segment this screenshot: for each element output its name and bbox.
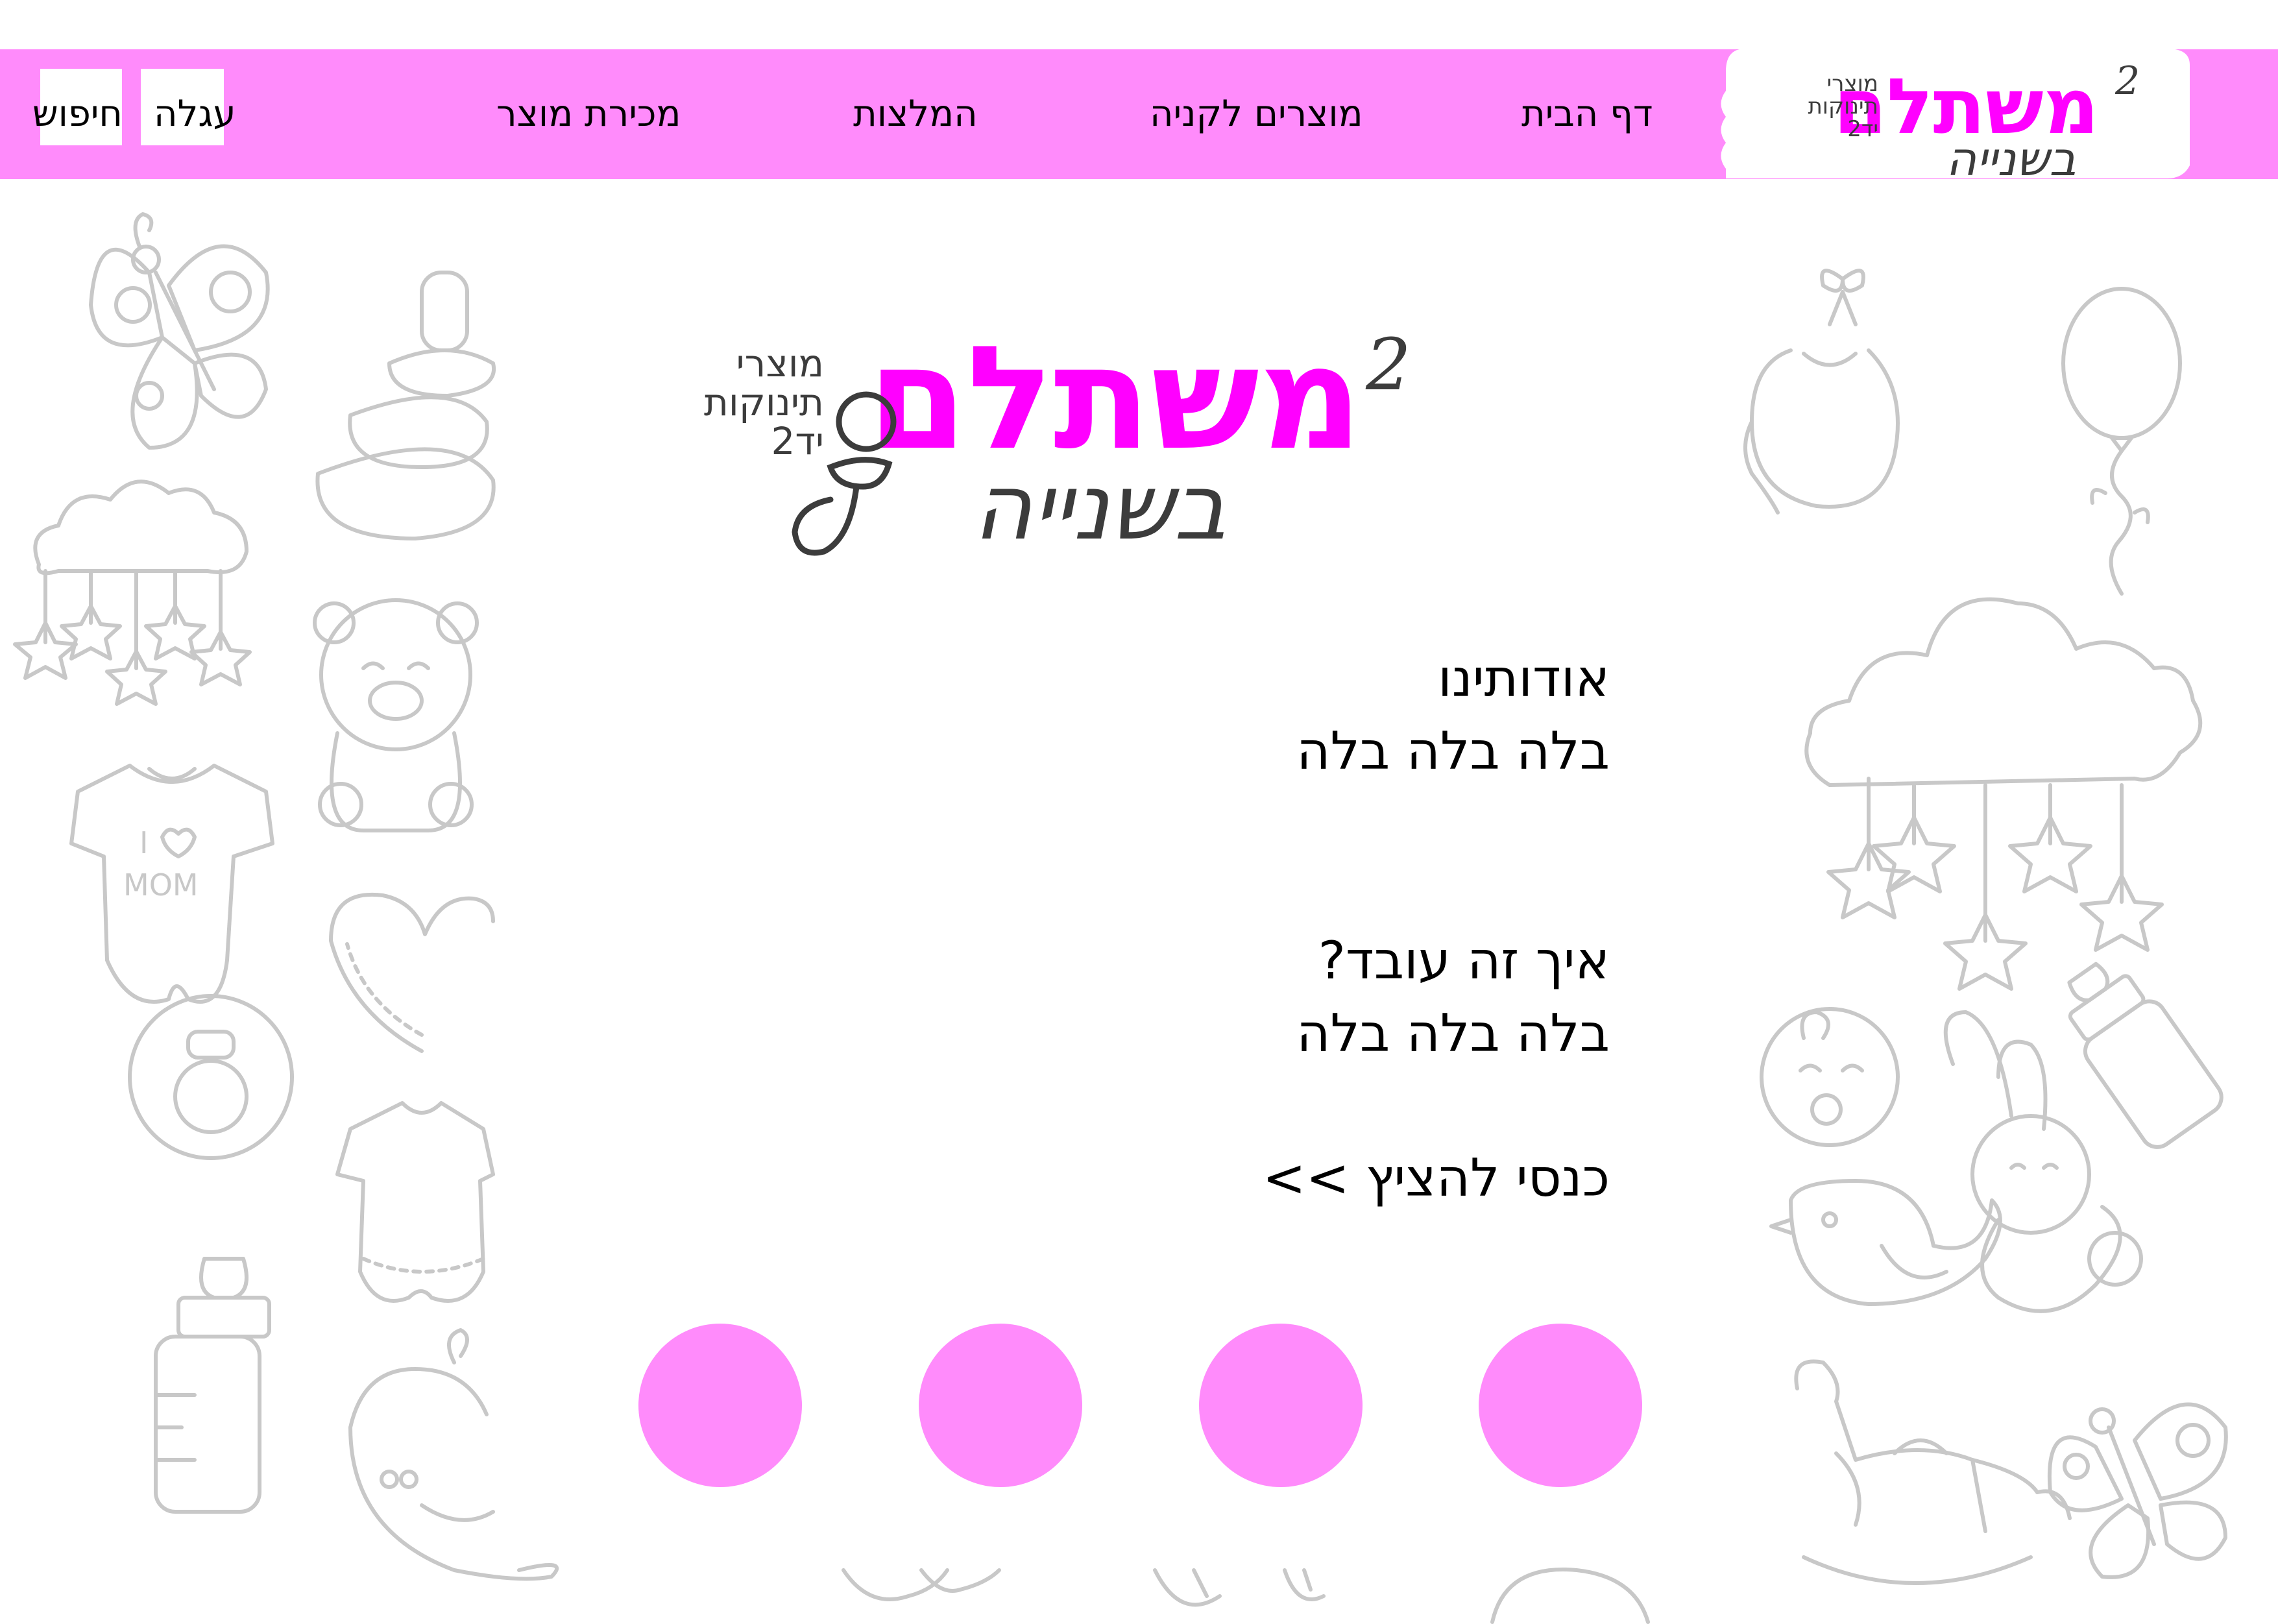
bodysuit-doodle — [335, 1101, 495, 1303]
svg-text:I: I — [139, 825, 149, 860]
header-logo[interactable]: משתלם 2 בשנייה מוצרי תינוקות יד2 — [1713, 45, 2193, 182]
svg-text:MOM: MOM — [123, 867, 199, 903]
bottom-partial-doodles — [842, 1568, 1650, 1624]
svg-text:מוצרי: מוצרי — [1827, 71, 1878, 97]
bunny-doodle — [1943, 1010, 2143, 1313]
rocking-horse-doodle — [1794, 1359, 2072, 1585]
ring-stacker-doodle — [315, 271, 496, 540]
enter-link[interactable]: כנסי להציץ >> — [961, 1142, 1610, 1215]
svg-text:בשנייה: בשנייה — [1946, 132, 2076, 182]
bib-doodle — [1743, 269, 1900, 515]
nav-home[interactable]: דף הבית — [1521, 49, 1653, 179]
page: I MOM משתלם 2 בשנייה מוצרי תינוקות יד2 ד… — [0, 0, 2278, 1624]
how-it-works-section: איך זה עובד? בלה בלה בלה — [961, 925, 1610, 1070]
cloud-mobile-doodle — [13, 479, 252, 706]
butterfly-doodle — [89, 212, 270, 450]
svg-text:יד2: יד2 — [771, 419, 824, 463]
onesie-doodle: I MOM — [69, 764, 274, 1004]
balloon-doodle — [2061, 287, 2182, 596]
how-it-works-title: איך זה עובד? — [1318, 930, 1610, 991]
svg-text:תינוקות: תינוקות — [1808, 93, 1878, 119]
svg-text:יד2: יד2 — [1847, 116, 1878, 142]
background-doodles: I MOM — [13, 212, 2228, 1624]
svg-text:2: 2 — [1365, 323, 1411, 406]
bottle-tilted-doodle — [2067, 962, 2223, 1149]
nav-sell-product[interactable]: מכירת מוצר — [496, 49, 681, 179]
nav-products[interactable]: מוצרים לקניה — [1150, 49, 1363, 179]
whale-doodle — [348, 1328, 559, 1581]
about-section: אודותינו בלה בלה בלה — [961, 642, 1610, 788]
svg-text:2: 2 — [2114, 58, 2140, 104]
butterfly-right-doodle — [2047, 1402, 2228, 1579]
baby-face-doodle — [1760, 1007, 1900, 1147]
pacifier-doodle — [128, 994, 294, 1160]
how-it-works-body: בלה בלה בלה — [1296, 1003, 1610, 1063]
svg-text:בשנייה: בשנייה — [973, 455, 1226, 561]
main-logo: משתלם 2 בשנייה מוצרי תינוקות יד2 — [704, 315, 1411, 561]
nav-recommendations[interactable]: המלצות — [853, 49, 978, 179]
svg-text:מוצרי: מוצרי — [736, 341, 824, 385]
heart-doodle — [329, 892, 495, 1053]
about-title: אודותינו — [1437, 648, 1610, 709]
circle-3[interactable] — [919, 1324, 1082, 1487]
circle-2[interactable] — [1199, 1324, 1363, 1487]
circle-1[interactable] — [1479, 1324, 1642, 1487]
cart-label[interactable]: עגלה — [154, 49, 236, 179]
about-body: בלה בלה בלה — [1296, 721, 1610, 781]
teddy-bear-doodle — [313, 598, 479, 832]
bird-doodle — [1769, 1179, 2002, 1306]
baby-bottle-doodle — [154, 1257, 271, 1514]
svg-text:תינוקות: תינוקות — [704, 380, 824, 424]
circle-4[interactable] — [638, 1324, 802, 1487]
search-label[interactable]: חיפוש — [32, 49, 123, 179]
cloud-mobile-right-doodle — [1804, 597, 2203, 991]
